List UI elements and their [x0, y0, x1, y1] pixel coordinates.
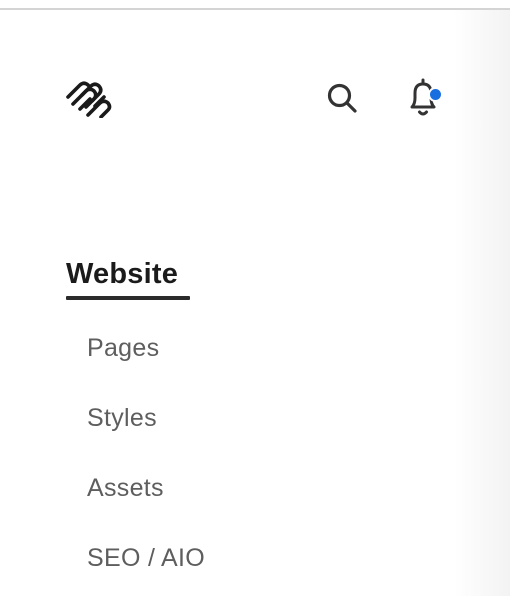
top-divider	[0, 8, 510, 10]
nav-section-website[interactable]: Website	[66, 258, 178, 291]
nav-item-seo-aio[interactable]: SEO / AIO	[87, 544, 205, 573]
notifications-button[interactable]	[400, 74, 448, 120]
search-button[interactable]	[322, 78, 362, 118]
squarespace-logo-icon[interactable]	[64, 80, 112, 119]
nav-item-styles[interactable]: Styles	[87, 404, 157, 433]
side-panel: Website Pages Styles Assets SEO / AIO	[0, 0, 510, 596]
panel-edge-shadow	[454, 10, 510, 596]
nav-item-assets[interactable]: Assets	[87, 474, 164, 503]
active-section-underline	[66, 296, 190, 300]
notification-dot	[428, 87, 443, 102]
search-icon	[327, 83, 357, 113]
nav-item-pages[interactable]: Pages	[87, 334, 159, 363]
